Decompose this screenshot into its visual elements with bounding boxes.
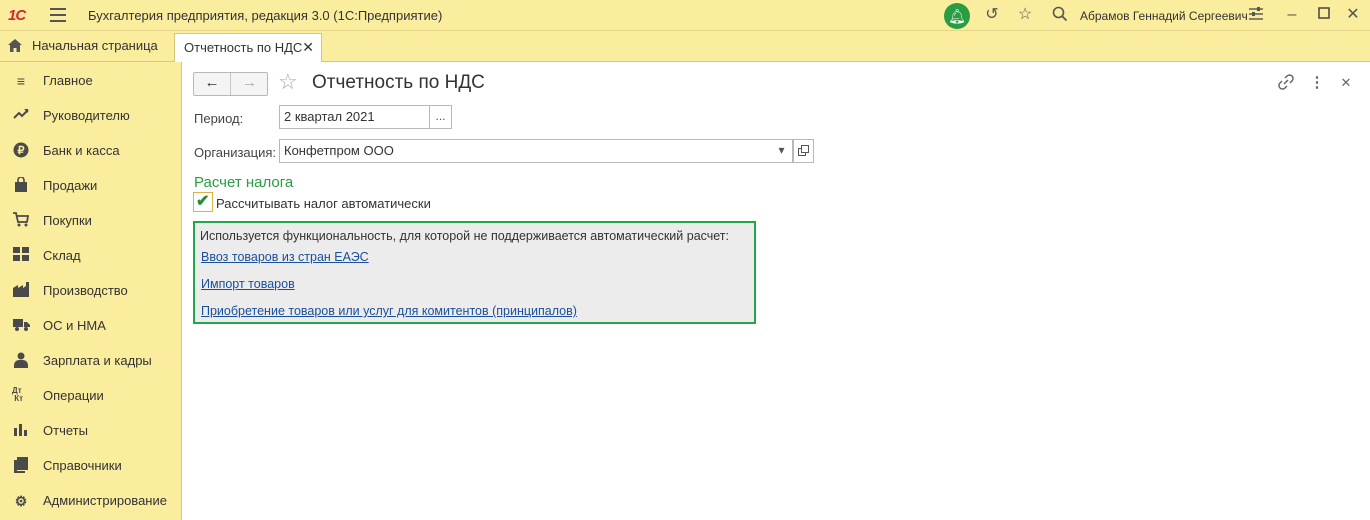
link-icon[interactable]	[1277, 74, 1295, 95]
period-select-button[interactable]: ...	[429, 105, 452, 129]
close-window-icon[interactable]: ✕	[1343, 6, 1363, 24]
tab-home-label: Начальная страница	[32, 38, 158, 53]
sidebar: ≡ Главное Руководителю ₽ Банк и касса Пр…	[0, 62, 182, 520]
sidebar-item-label: Руководителю	[43, 108, 130, 123]
link-eaeu-import[interactable]: Ввоз товаров из стран ЕАЭС	[201, 250, 369, 264]
more-actions-icon[interactable]: ⋮	[1308, 74, 1326, 92]
bag-icon	[12, 176, 30, 195]
dt-kt-icon: Дт Кт	[12, 386, 24, 403]
sidebar-item-warehouse[interactable]: Склад	[0, 241, 182, 271]
checkmark-icon: ✔	[196, 193, 210, 210]
period-label: Период:	[194, 111, 244, 126]
sidebar-item-catalogs[interactable]: Справочники	[0, 451, 182, 481]
close-tab-icon[interactable]: ✕	[302, 34, 314, 61]
link-goods-import[interactable]: Импорт товаров	[201, 277, 295, 291]
title-bar: 1С Бухгалтерия предприятия, редакция 3.0…	[0, 0, 1370, 31]
sidebar-item-sales[interactable]: Продажи	[0, 171, 182, 201]
sidebar-item-operations[interactable]: Дт Кт Операции	[0, 381, 182, 411]
trend-icon	[12, 107, 30, 125]
sidebar-item-label: Справочники	[43, 458, 122, 473]
main-menu-icon[interactable]	[50, 8, 66, 22]
factory-icon	[12, 282, 30, 300]
sidebar-item-reports[interactable]: Отчеты	[0, 416, 182, 446]
current-user[interactable]: Абрамов Геннадий Сергеевич	[1080, 9, 1248, 23]
back-arrow-icon[interactable]: ←	[194, 73, 231, 95]
sidebar-item-label: Склад	[43, 248, 81, 263]
sidebar-item-label: Зарплата и кадры	[43, 353, 152, 368]
history-icon[interactable]: ↺	[982, 6, 1002, 24]
maximize-icon[interactable]	[1314, 6, 1334, 24]
warehouse-icon	[12, 247, 30, 265]
auto-calc-checkbox[interactable]: ✔	[193, 192, 213, 212]
add-favorite-star-icon[interactable]: ☆	[278, 70, 298, 94]
auto-calc-label[interactable]: Рассчитывать налог автоматически	[216, 196, 431, 211]
sidebar-item-label: Банк и касса	[43, 143, 120, 158]
cart-icon	[12, 212, 30, 230]
sidebar-item-main[interactable]: ≡ Главное	[0, 66, 182, 96]
tab-home[interactable]: Начальная страница	[0, 31, 172, 62]
sidebar-item-purchases[interactable]: Покупки	[0, 206, 182, 236]
search-icon[interactable]	[1050, 6, 1070, 27]
nav-buttons: ← →	[193, 72, 268, 96]
sidebar-item-label: Покупки	[43, 213, 92, 228]
unsupported-info-text: Используется функциональность, для котор…	[200, 229, 730, 243]
unsupported-functionality-panel: Используется функциональность, для котор…	[193, 221, 756, 324]
bar-chart-icon	[12, 422, 30, 440]
sidebar-item-manager[interactable]: Руководителю	[0, 101, 182, 131]
book-icon	[12, 457, 30, 475]
sidebar-item-label: Отчеты	[43, 423, 88, 438]
period-field[interactable]: 2 квартал 2021	[279, 105, 430, 129]
sidebar-item-label: Производство	[43, 283, 128, 298]
close-form-icon[interactable]: ✕	[1337, 74, 1355, 92]
sidebar-item-label: Продажи	[43, 178, 98, 193]
notifications-bell-icon[interactable]: 🔔︎	[944, 3, 970, 29]
open-organization-icon[interactable]	[793, 139, 814, 163]
ruble-icon: ₽	[12, 142, 30, 160]
forward-arrow-icon[interactable]: →	[231, 73, 268, 95]
person-icon	[12, 352, 30, 370]
settings-sliders-icon[interactable]	[1246, 6, 1266, 27]
sidebar-item-label: Главное	[43, 73, 93, 88]
sidebar-item-salary[interactable]: Зарплата и кадры	[0, 346, 182, 376]
page-title: Отчетность по НДС	[312, 72, 485, 93]
sidebar-item-production[interactable]: Производство	[0, 276, 182, 306]
sidebar-item-label: Администрирование	[43, 493, 167, 508]
sidebar-item-fixed-assets[interactable]: ОС и НМА	[0, 311, 182, 341]
tab-bar: Начальная страница Отчетность по НДС ✕	[0, 31, 1370, 63]
minimize-icon[interactable]: –	[1282, 6, 1302, 24]
app-logo: 1С	[8, 7, 26, 24]
tax-calculation-section-title: Расчет налога	[194, 174, 294, 191]
sidebar-item-bank[interactable]: ₽ Банк и касса	[0, 136, 182, 166]
home-icon	[8, 39, 22, 52]
menu-icon: ≡	[16, 73, 26, 89]
gear-icon: ⚙︎	[14, 493, 28, 509]
truck-icon	[12, 317, 30, 335]
sidebar-item-administration[interactable]: ⚙︎ Администрирование	[0, 486, 182, 516]
sidebar-item-label: Операции	[43, 388, 104, 403]
app-title: Бухгалтерия предприятия, редакция 3.0 (1…	[88, 8, 443, 23]
svg-text:₽: ₽	[18, 145, 25, 157]
tab-active-label: Отчетность по НДС	[184, 40, 303, 55]
favorites-star-icon[interactable]: ☆	[1015, 6, 1035, 24]
link-consignor-purchases[interactable]: Приобретение товаров или услуг для комит…	[201, 304, 577, 318]
main-form: ← → ☆ Отчетность по НДС ⋮ ✕ Период: 2 кв…	[183, 62, 1370, 520]
sidebar-item-label: ОС и НМА	[43, 318, 106, 333]
organization-field[interactable]: Конфетпром ООО	[279, 139, 793, 163]
tab-vat-reporting[interactable]: Отчетность по НДС ✕	[174, 33, 322, 63]
organization-label: Организация:	[194, 145, 277, 160]
dropdown-arrow-icon[interactable]: ▾	[771, 139, 793, 163]
